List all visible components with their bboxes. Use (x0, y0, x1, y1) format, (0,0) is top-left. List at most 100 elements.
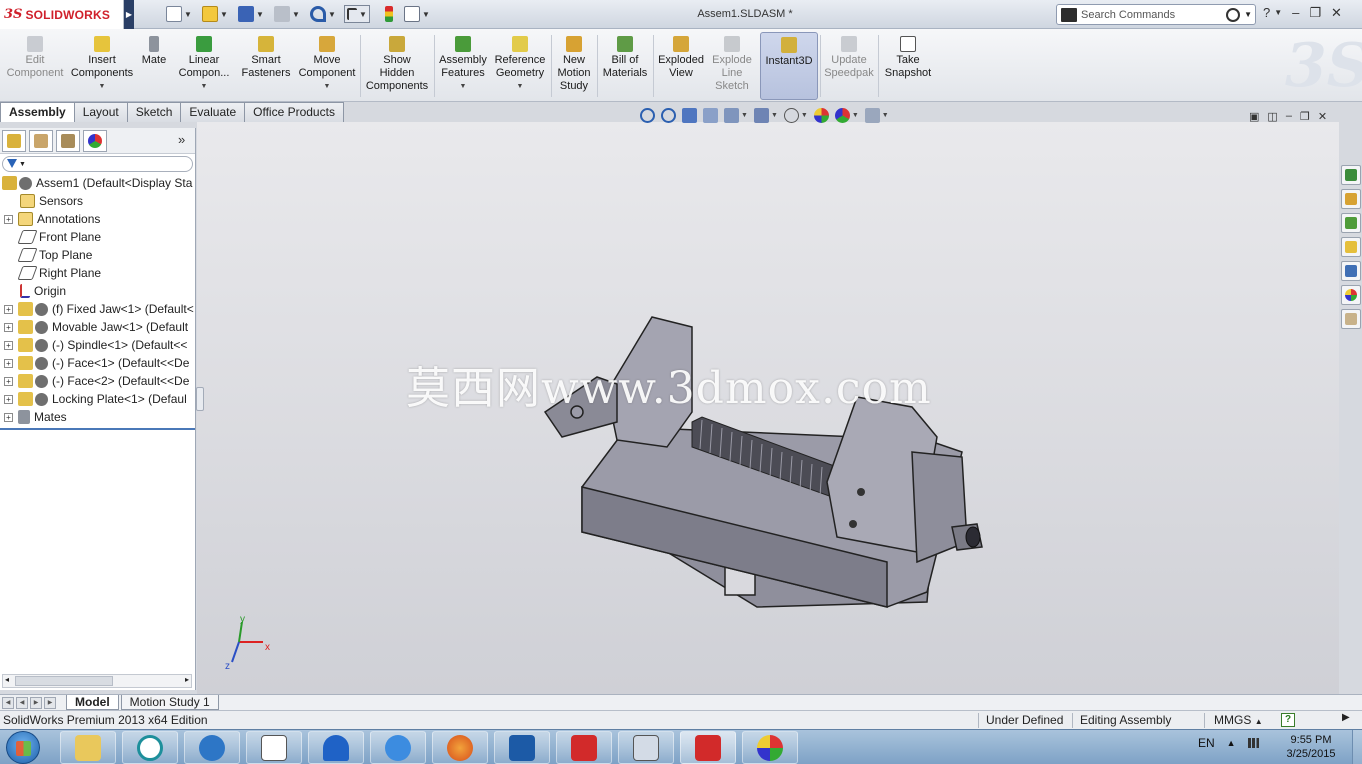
status-arrow-icon[interactable]: ▶ (1342, 712, 1350, 723)
chevron-down-icon[interactable]: ▼ (298, 80, 356, 93)
insert-components-button[interactable]: Insert Components ▼ (70, 32, 134, 93)
horizontal-scrollbar[interactable]: ◂ ▸ (2, 674, 192, 688)
tree-node-assembly[interactable]: Assem1 (Default<Display Sta (0, 174, 194, 192)
tree-node-spindle[interactable]: + (-) Spindle<1> (Default<< (0, 336, 194, 354)
mate-button[interactable]: Mate (138, 32, 170, 67)
chevron-down-icon[interactable]: ▼ (174, 80, 234, 93)
tab-layout[interactable]: Layout (73, 102, 128, 122)
taskbar-firefox[interactable] (432, 731, 488, 764)
bill-of-materials-button[interactable]: Bill of Materials (600, 32, 650, 80)
taskbar-solidworks-2[interactable] (680, 731, 736, 764)
search-commands-box[interactable]: Search Commands ▼ (1056, 4, 1256, 25)
expand-icon[interactable]: + (4, 394, 13, 404)
edit-appearance-icon[interactable] (813, 108, 829, 123)
taskbar-calculator[interactable] (618, 731, 674, 764)
last-tab-icon[interactable]: ▶ (44, 696, 56, 709)
language-indicator[interactable]: EN (1198, 736, 1215, 750)
taskbar-explorer[interactable] (60, 731, 116, 764)
previous-view-icon[interactable] (682, 108, 697, 123)
tree-node-right-plane[interactable]: Right Plane (0, 264, 194, 282)
view-orientation-icon[interactable] (724, 108, 739, 123)
close-icon[interactable]: ✕ (1318, 110, 1327, 123)
panel-more-chevron[interactable]: » (178, 132, 185, 147)
display-style-icon[interactable] (753, 108, 769, 123)
tab-sketch[interactable]: Sketch (126, 102, 182, 122)
taskbar-eset[interactable] (122, 731, 178, 764)
scroll-left-icon[interactable]: ◂ (5, 675, 9, 684)
restore-icon[interactable]: ❐ (1300, 110, 1310, 123)
tree-node-origin[interactable]: Origin (0, 282, 194, 300)
search-input[interactable]: Search Commands (1081, 9, 1226, 21)
taskbar-hp[interactable] (184, 731, 240, 764)
hide-show-items-icon[interactable] (783, 108, 799, 123)
help-button[interactable]: ? (1263, 5, 1270, 21)
minimize-icon[interactable]: – (1292, 5, 1299, 21)
search-icon[interactable] (1226, 7, 1241, 22)
instant3d-button[interactable]: Instant3D (760, 32, 818, 100)
taskbar-solidworks-1[interactable] (556, 731, 612, 764)
linear-component-pattern-button[interactable]: Linear Compon... ▼ (174, 32, 234, 93)
tree-node-sensors[interactable]: Sensors (0, 192, 194, 210)
taskbar-document[interactable] (246, 731, 302, 764)
tree-node-front-plane[interactable]: Front Plane (0, 228, 194, 246)
tile-icon[interactable]: ▣ (1249, 110, 1259, 123)
tab-model[interactable]: Model (66, 695, 119, 710)
chevron-down-icon[interactable]: ▼ (1274, 8, 1282, 21)
taskbar-malwarebytes[interactable] (308, 731, 364, 764)
minimize-icon[interactable]: – (1286, 110, 1292, 123)
zoom-to-fit-icon[interactable] (640, 108, 655, 123)
show-desktop-button[interactable] (1352, 730, 1362, 764)
next-tab-icon[interactable]: ▶ (30, 696, 42, 709)
edit-component-button[interactable]: Edit Component (4, 32, 66, 80)
expand-icon[interactable]: + (4, 214, 13, 224)
rollback-bar[interactable] (0, 428, 195, 430)
view-settings-icon[interactable] (864, 108, 880, 123)
show-hidden-components-button[interactable]: Show Hidden Components (364, 32, 430, 93)
show-hidden-icons-icon[interactable]: ▲ (1227, 738, 1236, 748)
tab-motion-study-1[interactable]: Motion Study 1 (120, 695, 219, 710)
tree-node-annotations[interactable]: + Annotations (0, 210, 194, 228)
chevron-down-icon[interactable]: ▼ (801, 112, 808, 119)
tree-node-mates[interactable]: + Mates (0, 408, 194, 426)
first-tab-icon[interactable]: ◀ (2, 696, 14, 709)
network-signal-icon[interactable] (1247, 738, 1262, 748)
tree-node-top-plane[interactable]: Top Plane (0, 246, 194, 264)
file-explorer-tab[interactable] (1341, 213, 1361, 233)
expand-icon[interactable]: + (4, 340, 13, 350)
reference-geometry-button[interactable]: Reference Geometry ▼ (492, 32, 548, 93)
expand-icon[interactable]: + (4, 358, 13, 368)
chevron-down-icon[interactable]: ▼ (437, 80, 489, 93)
chevron-down-icon[interactable]: ▼ (741, 112, 748, 119)
explode-line-sketch-button[interactable]: Explode Line Sketch (709, 32, 755, 93)
view-palette-tab[interactable] (1341, 261, 1361, 281)
chevron-down-icon[interactable]: ▼ (852, 112, 859, 119)
close-icon[interactable]: ✕ (1331, 5, 1342, 21)
chevron-down-icon[interactable]: ▼ (70, 80, 134, 93)
folder-tab[interactable] (1341, 237, 1361, 257)
scrollbar-thumb[interactable] (15, 676, 113, 686)
cascade-icon[interactable]: ◫ (1267, 110, 1277, 123)
expand-icon[interactable]: + (4, 322, 13, 332)
taskbar-itunes[interactable] (370, 731, 426, 764)
tree-node-locking-plate[interactable]: + Locking Plate<1> (Defaul (0, 390, 194, 408)
restore-icon[interactable]: ❐ (1309, 5, 1321, 21)
appearances-tab[interactable] (1341, 285, 1361, 305)
tree-node-face-1[interactable]: + (-) Face<1> (Default<<De (0, 354, 194, 372)
scroll-right-icon[interactable]: ▸ (185, 675, 189, 684)
chevron-down-icon[interactable]: ▼ (492, 80, 548, 93)
propertymanager-tab[interactable] (29, 129, 53, 152)
design-library-tab[interactable] (1341, 189, 1361, 209)
update-speedpak-button[interactable]: Update Speedpak (822, 32, 876, 80)
quick-tips-icon[interactable]: ? (1281, 713, 1295, 727)
apply-scene-icon[interactable] (834, 108, 850, 123)
tab-evaluate[interactable]: Evaluate (180, 102, 246, 122)
expand-icon[interactable]: + (4, 412, 13, 422)
chevron-down-icon[interactable]: ▼ (19, 161, 26, 168)
take-snapshot-button[interactable]: Take Snapshot (881, 32, 935, 80)
unit-system-selector[interactable]: MMGS ▲ (1214, 713, 1263, 727)
taskbar-paint[interactable] (742, 731, 798, 764)
chevron-down-icon[interactable]: ▼ (771, 112, 778, 119)
taskbar-fluidsim[interactable] (494, 731, 550, 764)
solidworks-resources-tab[interactable] (1341, 165, 1361, 185)
section-view-icon[interactable] (703, 108, 718, 123)
